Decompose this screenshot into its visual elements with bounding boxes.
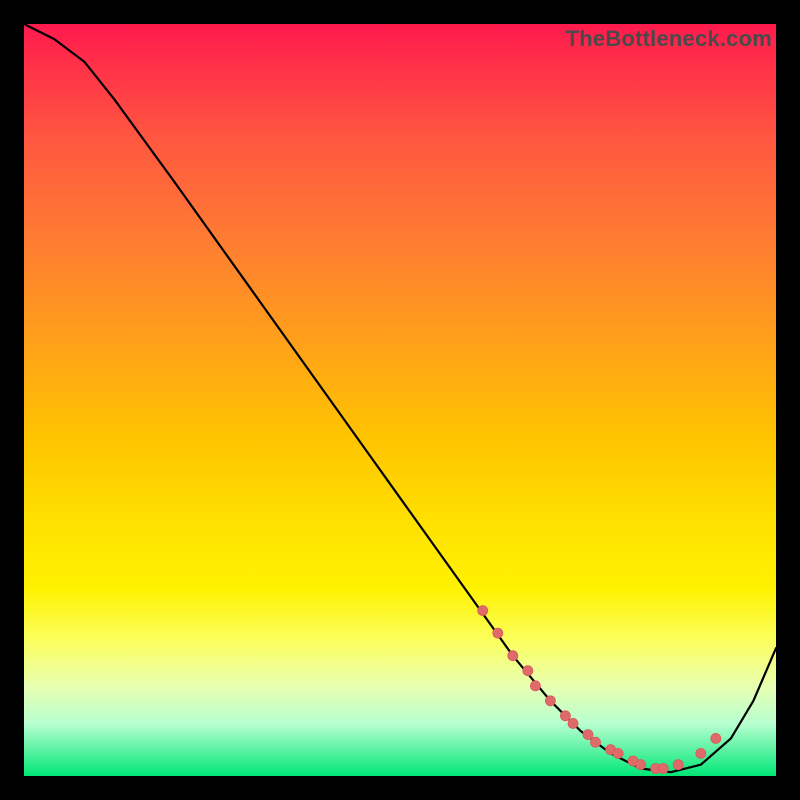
marker-dot [636, 760, 646, 770]
marker-dot [568, 718, 578, 728]
marker-dot [560, 711, 570, 721]
marker-dot [591, 737, 601, 747]
marker-dot [493, 628, 503, 638]
bottleneck-curve [24, 24, 776, 772]
marker-dot [696, 748, 706, 758]
marker-dot [673, 760, 683, 770]
chart-svg [24, 24, 776, 776]
marker-dot [523, 666, 533, 676]
marker-dots [478, 606, 721, 774]
marker-dot [583, 730, 593, 740]
marker-dot [613, 748, 623, 758]
marker-dot [658, 764, 668, 774]
marker-dot [545, 696, 555, 706]
marker-dot [711, 733, 721, 743]
marker-dot [508, 651, 518, 661]
marker-dot [478, 606, 488, 616]
marker-dot [530, 681, 540, 691]
chart-frame: TheBottleneck.com [24, 24, 776, 776]
